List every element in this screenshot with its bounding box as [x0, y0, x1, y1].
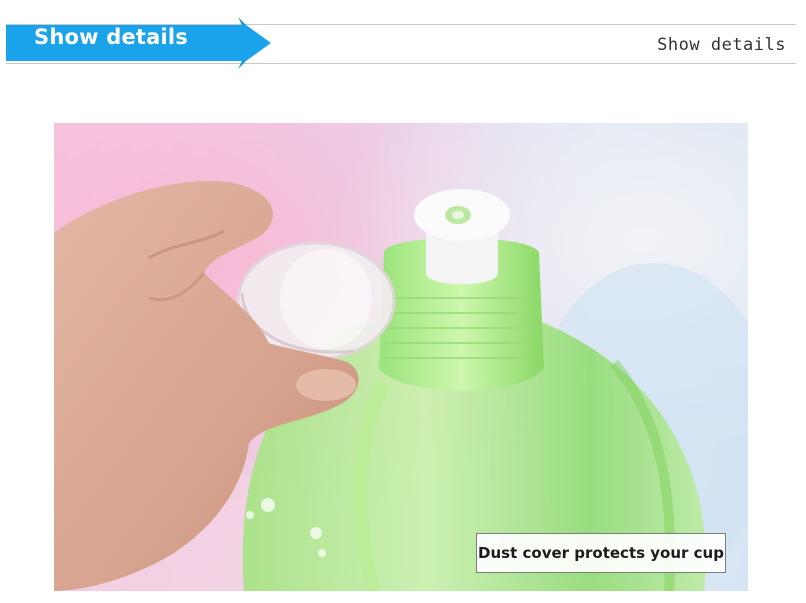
header-subtitle: Show details — [657, 35, 786, 55]
photo-caption: Dust cover protects your cup — [476, 533, 726, 573]
header-tab: Show details — [6, 17, 271, 69]
product-photo — [54, 123, 748, 591]
header-title: Show details — [34, 25, 188, 49]
section-header: Show details Show details — [6, 17, 796, 69]
